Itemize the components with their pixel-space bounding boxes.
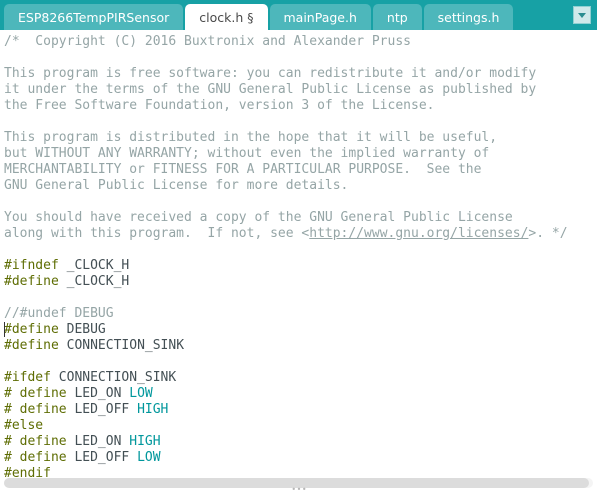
tab-bar: ESP8266TempPIRSensor clock.h § mainPage.h n… (0, 0, 597, 30)
tab-esp8266temppirsensor[interactable]: ESP8266TempPIRSensor (4, 4, 183, 30)
code-editor[interactable]: /* Copyright (C) 2016 Buxtronix and Alex… (0, 30, 597, 484)
tab-label: ntp (387, 10, 408, 25)
editor-area: /* Copyright (C) 2016 Buxtronix and Alex… (0, 30, 597, 494)
license-link[interactable]: http://www.gnu.org/licenses/ (309, 226, 528, 241)
tab-menu-button[interactable] (573, 6, 591, 24)
tab-label: settings.h (438, 10, 500, 25)
tab-mainpage-h[interactable]: mainPage.h (270, 4, 371, 30)
tab-label: mainPage.h (284, 10, 357, 25)
text-cursor (4, 322, 5, 337)
tab-settings-h[interactable]: settings.h (424, 4, 514, 30)
tab-label: ESP8266TempPIRSensor (18, 10, 169, 25)
tab-ntp[interactable]: ntp (373, 4, 422, 30)
chevron-down-icon (578, 13, 586, 18)
tab-label: clock.h § (199, 10, 253, 25)
resize-grip[interactable]: • • • (291, 487, 305, 493)
tab-clock-h-[interactable]: clock.h § (185, 4, 267, 30)
